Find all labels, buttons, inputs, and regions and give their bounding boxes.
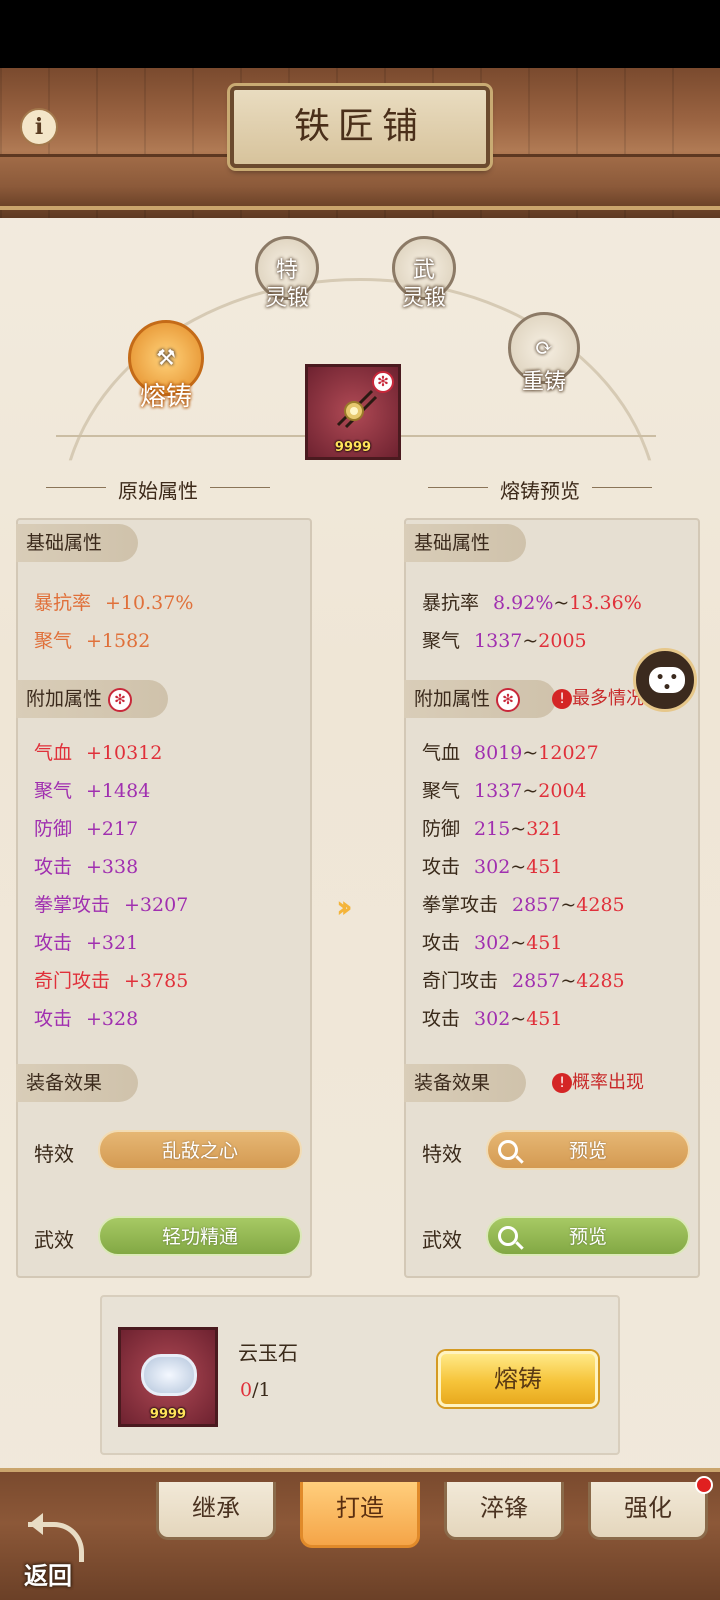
extra-row: 攻击 +328	[34, 1008, 139, 1030]
extra-row: 奇门攻击 +3785	[34, 970, 189, 992]
max-case-warning: ! 最多情况	[552, 680, 644, 718]
mode-special-forge-button[interactable]: 特 灵锻	[255, 236, 319, 312]
mode-smelt-button[interactable]: ⚒ 熔铸	[128, 320, 204, 413]
extra-row: 气血 +10312	[34, 742, 163, 764]
material-count: 9999	[149, 1407, 187, 1422]
smelt-preview-panel: 基础属性 暴抗率 8.92%~13.36% 聚气 1337~2005 附加属性 ✻ !…	[404, 518, 700, 1278]
blacksmith-screen: i 铁匠铺 ⚒ 熔铸 特 灵锻 武 灵锻 ⟳ 重铸 ✻ 9999 原始属性 熔铸…	[0, 68, 720, 1600]
equip-effect-tag: 装备效果	[404, 1064, 527, 1102]
tab-enhance[interactable]: 强化	[588, 1476, 713, 1540]
magnifier-icon	[498, 1226, 518, 1246]
tab-inherit[interactable]: 继承	[156, 1482, 276, 1540]
back-label: 返回	[24, 1561, 72, 1590]
probability-warning: ! 概率出现	[552, 1064, 644, 1102]
mode-recast-button[interactable]: ⟳ 重铸	[508, 312, 580, 396]
mode-martial-forge-button[interactable]: 武 灵锻	[392, 236, 456, 312]
preview-row: 聚气 1337~2004	[422, 780, 587, 802]
tab-temper[interactable]: 淬锋	[444, 1482, 564, 1540]
special-effect-label: 特效	[34, 1142, 74, 1166]
original-attributes-panel: 基础属性 暴抗率 +10.37% 聚气 +1582 附加属性 ✻ 气血 +10312 聚…	[16, 518, 312, 1278]
equipment-slot[interactable]: ✻ 9999	[305, 364, 401, 460]
info-icon[interactable]: i	[20, 108, 58, 146]
material-quantity: 0/1	[240, 1379, 271, 1401]
special-effect-preview-button[interactable]: 预览	[486, 1130, 690, 1170]
preview-row: 拳掌攻击 2857~4285	[422, 894, 625, 916]
mode-smelt-label: 熔铸	[139, 382, 192, 412]
bottom-nav: 继承 打造 淬锋 强化 返回	[0, 1468, 720, 1600]
material-name: 云玉石	[238, 1341, 298, 1365]
magnifier-icon	[498, 1140, 518, 1160]
preview-row: 奇门攻击 2857~4285	[422, 970, 625, 992]
special-effect-button[interactable]: 乱敌之心	[98, 1130, 302, 1170]
mode-special-forge-label: 灵锻	[264, 286, 309, 311]
snowflake-icon: ✻	[496, 688, 521, 712]
mode-recast-label: 重铸	[521, 370, 566, 395]
base-row: 聚气 +1582	[34, 630, 151, 652]
preview-row: 暴抗率 8.92%~13.36%	[422, 592, 642, 614]
preview-row: 气血 8019~12027	[422, 742, 599, 764]
material-slot[interactable]: 9999	[118, 1327, 218, 1427]
base-attributes-tag: 基础属性	[404, 524, 527, 562]
preview-row: 攻击 302~451	[422, 932, 563, 954]
page-title: 铁匠铺	[230, 86, 490, 168]
extra-row: 攻击 +321	[34, 932, 139, 954]
extra-attributes-tag: 附加属性 ✻	[16, 680, 169, 718]
smelt-button[interactable]: 熔铸	[438, 1351, 598, 1407]
martial-effect-preview-button[interactable]: 预览	[486, 1216, 690, 1256]
tab-craft[interactable]: 打造	[300, 1482, 420, 1548]
chat-bubble-icon: • • •	[649, 667, 685, 695]
back-button[interactable]: 返回	[20, 1513, 96, 1592]
jade-stone-icon	[141, 1354, 197, 1396]
hairpin-icon	[336, 389, 378, 429]
extra-row: 攻击 +338	[34, 856, 139, 878]
double-chevron-icon: ››	[336, 890, 352, 925]
equip-effect-tag: 装备效果	[16, 1064, 139, 1102]
base-attributes-tag: 基础属性	[16, 524, 139, 562]
extra-attributes-tag: 附加属性 ✻	[404, 680, 557, 718]
notification-dot	[695, 1476, 713, 1494]
extra-row: 聚气 +1484	[34, 780, 151, 802]
chat-button[interactable]: • • •	[633, 648, 697, 712]
mode-martial-forge-label: 灵锻	[401, 286, 446, 311]
item-count: 9999	[334, 440, 372, 455]
extra-row: 拳掌攻击 +3207	[34, 894, 189, 916]
preview-row: 聚气 1337~2005	[422, 630, 587, 652]
martial-effect-label: 武效	[422, 1228, 462, 1252]
preview-row: 攻击 302~451	[422, 1008, 563, 1030]
martial-effect-label: 武效	[34, 1228, 74, 1252]
roof-header: i 铁匠铺	[0, 68, 720, 218]
base-row: 暴抗率 +10.37%	[34, 592, 194, 614]
original-attributes-title: 原始属性	[46, 475, 270, 504]
martial-effect-button[interactable]: 轻功精通	[98, 1216, 302, 1256]
smelt-preview-title: 熔铸预览	[428, 475, 652, 504]
warning-icon: !	[552, 1073, 572, 1093]
preview-row: 防御 215~321	[422, 818, 563, 840]
special-effect-label: 特效	[422, 1142, 462, 1166]
material-box: 9999 云玉石 0/1 熔铸	[100, 1295, 620, 1455]
warning-icon: !	[552, 689, 572, 709]
extra-row: 防御 +217	[34, 818, 139, 840]
snowflake-icon: ✻	[372, 371, 394, 393]
snowflake-icon: ✻	[108, 688, 133, 712]
preview-row: 攻击 302~451	[422, 856, 563, 878]
